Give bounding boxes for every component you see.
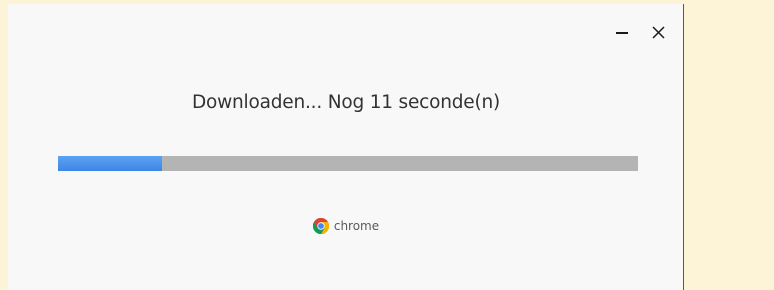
close-button[interactable] — [644, 18, 672, 46]
download-progress-fill — [58, 156, 163, 171]
desktop-edge — [0, 0, 8, 290]
chrome-brand-label: chrome — [333, 219, 380, 233]
download-status-text: Downloaden... Nog 11 seconde(n) — [191, 92, 501, 113]
download-progress-bar — [58, 156, 638, 171]
chrome-branding: chrome — [8, 218, 684, 234]
desktop-background: Downloaden... Nog 11 seconde(n) chrome — [0, 0, 774, 290]
close-icon — [651, 25, 665, 39]
chrome-logo-icon — [312, 218, 329, 234]
minimize-icon — [616, 32, 628, 34]
chrome-installer-window: Downloaden... Nog 11 seconde(n) chrome — [8, 4, 684, 290]
minimize-button[interactable] — [608, 18, 636, 46]
